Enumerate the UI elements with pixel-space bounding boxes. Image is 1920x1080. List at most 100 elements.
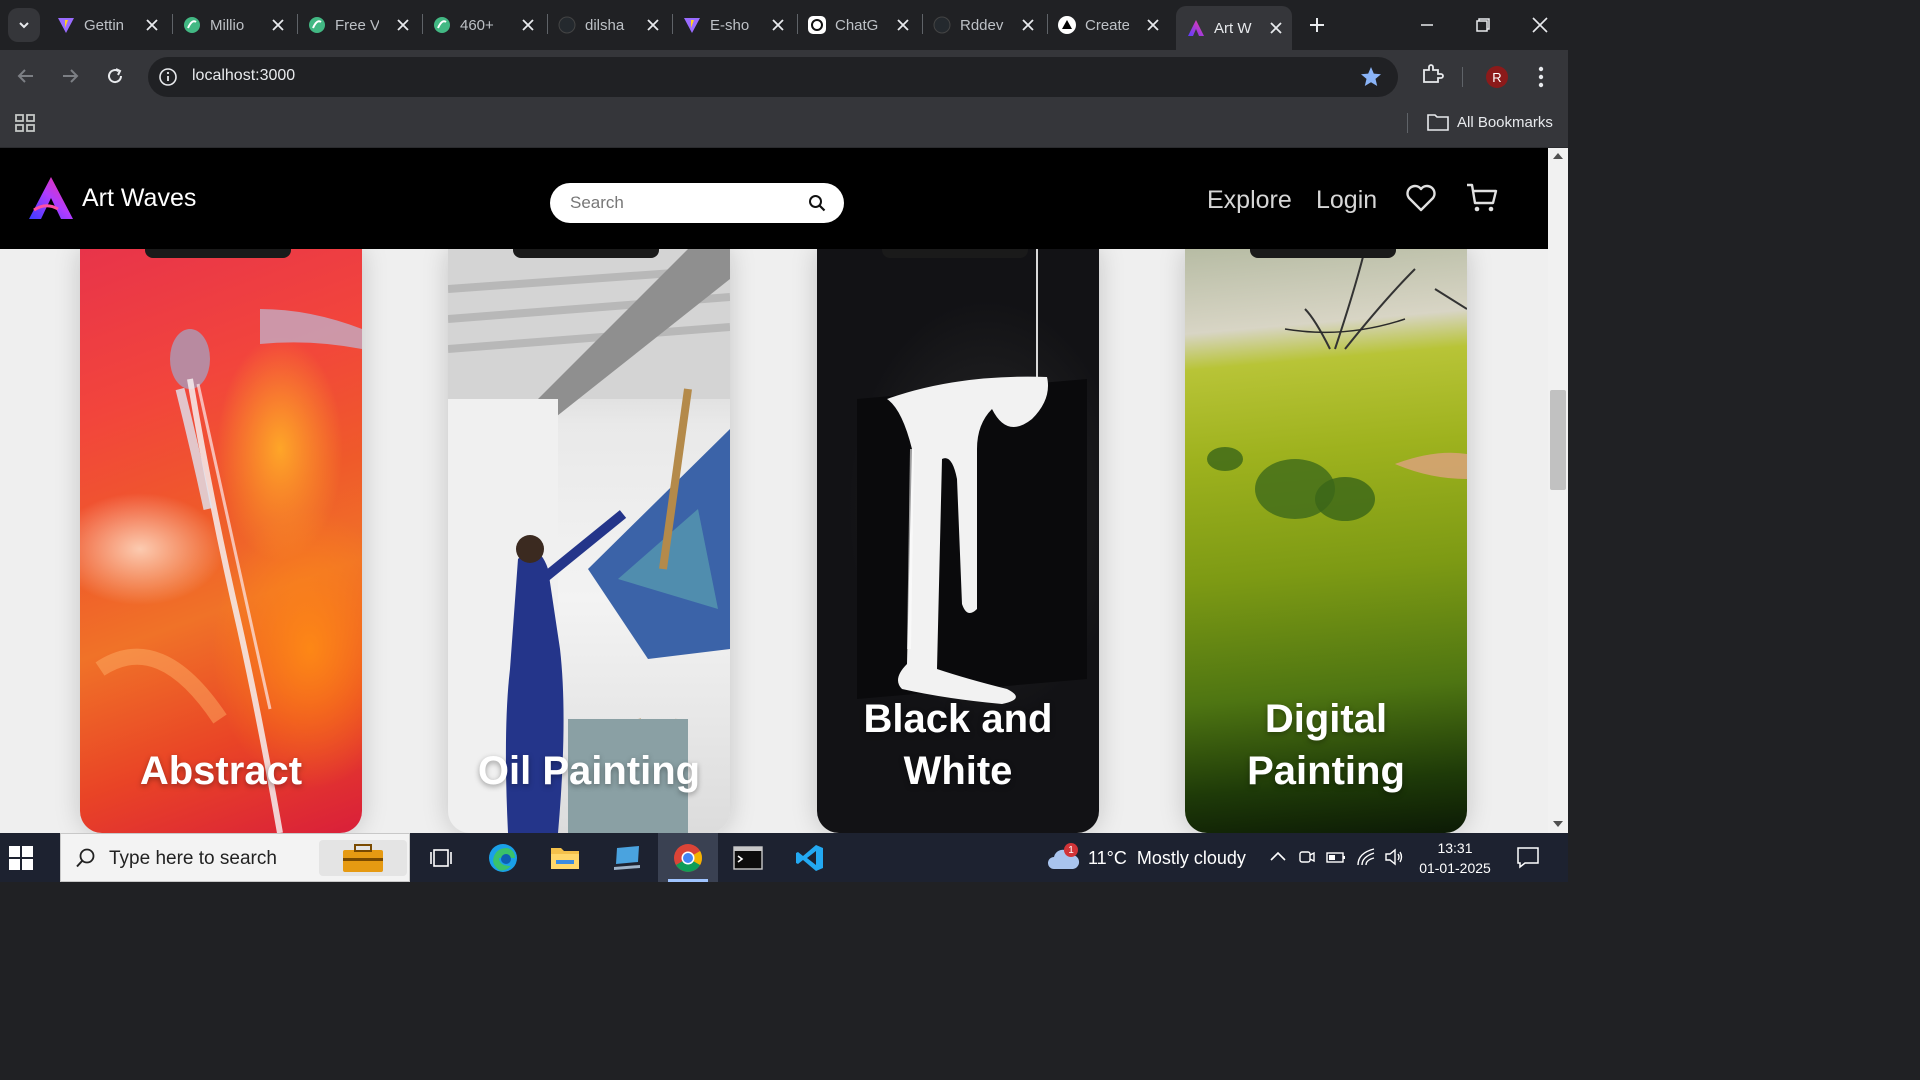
minimize-icon [1421, 24, 1433, 26]
forward-button[interactable] [56, 62, 84, 90]
nav-login-link[interactable]: Login [1316, 186, 1377, 215]
chrome-app[interactable] [671, 841, 705, 875]
notification-center-icon[interactable] [1516, 845, 1540, 869]
close-tab-icon[interactable] [142, 15, 162, 35]
new-tab-button[interactable] [1303, 11, 1331, 39]
close-window-button[interactable] [1525, 10, 1555, 40]
terminal-app[interactable] [731, 841, 765, 875]
category-card-oil-painting[interactable]: Oil Painting [448, 249, 730, 833]
scroll-up-arrow[interactable] [1553, 153, 1563, 159]
browser-tab[interactable]: dilsha [557, 8, 669, 42]
site-search-input[interactable] [570, 191, 790, 215]
close-tab-icon[interactable] [393, 15, 413, 35]
close-tab-icon[interactable] [518, 15, 538, 35]
green-leaf-icon [432, 15, 452, 35]
browser-tab-active[interactable]: Art W [1176, 6, 1292, 50]
chrome-icon [674, 844, 702, 872]
tab-search-button[interactable] [8, 8, 40, 42]
card-notch [513, 249, 659, 258]
minimize-button[interactable] [1412, 10, 1442, 40]
card-notch [882, 249, 1028, 258]
scrollbar-thumb[interactable] [1550, 390, 1566, 490]
all-bookmarks-label: All Bookmarks [1457, 113, 1553, 131]
bookmarks-divider [1407, 113, 1408, 133]
category-title-line: Painting [1247, 749, 1405, 793]
vite-icon [682, 15, 702, 35]
category-card-digital-painting[interactable]: Digital Painting [1185, 249, 1467, 833]
volume-icon[interactable] [1384, 847, 1404, 867]
category-title-line: Oil Painting [477, 749, 701, 793]
tab-divider [172, 14, 173, 34]
browser-tab[interactable]: E-sho [682, 8, 794, 42]
close-tab-icon[interactable] [1018, 15, 1038, 35]
more-menu-icon[interactable] [1530, 64, 1552, 90]
file-explorer-app[interactable] [548, 841, 582, 875]
taskbar-search-placeholder: Type here to search [109, 848, 277, 869]
browser-tab[interactable]: 460+ [432, 8, 544, 42]
close-tab-icon[interactable] [1143, 15, 1163, 35]
toolbar-divider [1462, 67, 1463, 87]
bookmark-star-icon[interactable] [1360, 66, 1382, 88]
close-tab-icon[interactable] [768, 15, 788, 35]
tab-title: Gettin [84, 16, 125, 34]
wifi-icon[interactable] [1356, 847, 1376, 867]
pc-app[interactable] [610, 841, 644, 875]
page-scrollbar[interactable] [1548, 148, 1568, 833]
site-info-icon[interactable] [158, 67, 178, 87]
tab-divider [672, 14, 673, 34]
close-tab-icon[interactable] [268, 15, 288, 35]
chatgpt-icon [807, 15, 827, 35]
edge-app[interactable] [486, 841, 520, 875]
taskbar-search-box[interactable]: Type here to search [60, 833, 410, 882]
card-notch [145, 249, 291, 258]
tab-title: Rddev [960, 16, 1004, 34]
clock-date: 01-01-2025 [1419, 860, 1491, 876]
address-bar[interactable]: localhost:3000 [148, 57, 1398, 97]
folder-icon [551, 848, 579, 869]
vscode-app[interactable] [793, 841, 827, 875]
tab-divider [297, 14, 298, 34]
tab-title: Art W [1214, 19, 1252, 37]
close-tab-icon[interactable] [1266, 18, 1286, 38]
browser-tab[interactable]: Free V [307, 8, 419, 42]
search-icon[interactable] [808, 194, 826, 212]
battery-icon[interactable] [1326, 847, 1346, 867]
reload-button[interactable] [101, 62, 129, 90]
browser-tab[interactable]: ChatG [807, 8, 919, 42]
tab-title: Create [1085, 16, 1129, 34]
site-logo[interactable]: Art Waves [28, 176, 196, 220]
task-view-button[interactable] [424, 841, 458, 875]
restore-icon [1476, 18, 1490, 32]
browser-tab[interactable]: Rddev [932, 8, 1044, 42]
chevron-up-icon[interactable] [1268, 847, 1288, 867]
close-tab-icon[interactable] [643, 15, 663, 35]
browser-tab[interactable]: Create [1057, 8, 1169, 42]
weather-notification-badge: 1 [1064, 843, 1078, 857]
back-button[interactable] [12, 62, 40, 90]
close-tab-icon[interactable] [893, 15, 913, 35]
browser-tab[interactable]: Gettin [56, 8, 168, 42]
tab-title: Free V [335, 16, 379, 34]
heart-icon[interactable] [1405, 183, 1437, 213]
meet-now-icon[interactable] [1297, 847, 1317, 867]
scroll-down-arrow[interactable] [1553, 821, 1563, 827]
profile-avatar[interactable]: R [1486, 66, 1508, 88]
cart-icon[interactable] [1465, 182, 1499, 214]
apps-grid-icon[interactable] [14, 112, 36, 134]
url-text[interactable]: localhost:3000 [192, 67, 295, 85]
browser-tab[interactable]: Millio [182, 8, 294, 42]
github-icon [932, 15, 952, 35]
nav-explore-link[interactable]: Explore [1207, 186, 1292, 215]
all-bookmarks-button[interactable]: All Bookmarks [1427, 113, 1553, 131]
category-card-black-and-white[interactable]: Black and White [817, 249, 1099, 833]
extensions-icon[interactable] [1420, 62, 1444, 86]
system-clock[interactable]: 13:31 01-01-2025 [1412, 838, 1498, 878]
arrow-left-icon [17, 69, 33, 83]
chevron-down-icon [19, 22, 29, 29]
category-title: Black and White [817, 693, 1099, 797]
category-card-abstract[interactable]: Abstract [80, 249, 362, 833]
restore-button[interactable] [1468, 10, 1498, 40]
weather-description: Mostly cloudy [1136, 847, 1246, 868]
windows-start-icon[interactable] [8, 845, 34, 871]
browser-toolbar: localhost:3000 R [0, 50, 1568, 102]
